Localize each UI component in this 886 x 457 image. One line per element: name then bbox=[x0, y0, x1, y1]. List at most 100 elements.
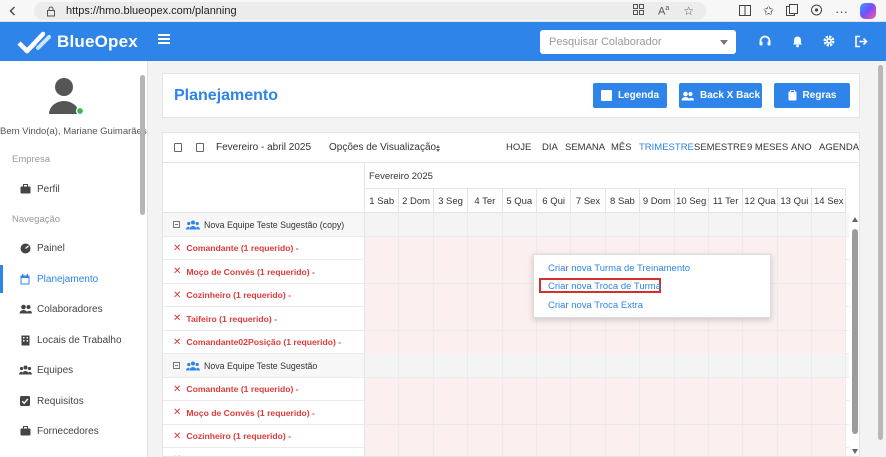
favorites-list-icon[interactable]: ✩ bbox=[763, 3, 774, 19]
schedule-cell[interactable] bbox=[812, 448, 847, 456]
schedule-cell[interactable] bbox=[399, 236, 434, 260]
back-icon[interactable] bbox=[4, 2, 22, 20]
schedule-cell[interactable] bbox=[502, 354, 537, 377]
view-semestre[interactable]: SEMESTRE bbox=[694, 142, 746, 153]
schedule-cell[interactable] bbox=[502, 307, 537, 330]
close-icon[interactable]: ✕ bbox=[173, 384, 181, 395]
schedule-cell[interactable] bbox=[640, 354, 675, 377]
schedule-cell[interactable] bbox=[812, 401, 847, 424]
schedule-cell[interactable] bbox=[777, 236, 813, 260]
schedule-cell[interactable] bbox=[502, 236, 537, 260]
schedule-cell[interactable] bbox=[674, 401, 709, 424]
schedule-cell[interactable] bbox=[812, 354, 847, 377]
grid-icon[interactable] bbox=[632, 4, 644, 18]
schedule-cell[interactable] bbox=[399, 260, 434, 283]
sidebar-item-locais-de-trabalho[interactable]: Locais de Trabalho bbox=[0, 326, 140, 354]
schedule-cell[interactable] bbox=[536, 448, 572, 456]
schedule-cell[interactable] bbox=[365, 424, 400, 448]
collapse-icon[interactable] bbox=[173, 362, 180, 369]
view-agenda[interactable]: AGENDA bbox=[819, 142, 859, 153]
team-group-row[interactable]: Nova Equipe Teste Sugestão bbox=[163, 354, 849, 378]
view-dia[interactable]: DIA bbox=[542, 142, 558, 153]
brand-logo[interactable]: BlueOpex bbox=[17, 30, 138, 54]
schedule-cell[interactable] bbox=[536, 330, 572, 354]
scheduler-scrollbar[interactable] bbox=[851, 213, 859, 456]
avatar[interactable] bbox=[48, 76, 84, 116]
schedule-cell[interactable] bbox=[365, 354, 400, 377]
schedule-cell[interactable] bbox=[640, 401, 675, 424]
favorite-icon[interactable]: ☆ bbox=[683, 4, 694, 18]
read-aloud-icon[interactable]: Aa bbox=[658, 5, 669, 18]
schedule-cell[interactable] bbox=[433, 354, 469, 377]
view-mes[interactable]: MÊS bbox=[611, 142, 632, 153]
back-x-back-button[interactable]: Back X Back bbox=[679, 83, 762, 108]
schedule-cell[interactable] bbox=[365, 330, 400, 354]
schedule-cell[interactable] bbox=[502, 377, 537, 401]
schedule-cell[interactable] bbox=[674, 354, 709, 377]
schedule-cell[interactable] bbox=[674, 213, 709, 236]
requirement-row[interactable]: ✕ Comandante (1 requerido) - bbox=[163, 377, 849, 401]
close-icon[interactable]: ✕ bbox=[173, 407, 181, 418]
menu-item-new-shift-swap[interactable]: Criar nova Troca de Turma bbox=[548, 281, 661, 292]
view-options-dropdown[interactable]: Opções de Visualização bbox=[329, 142, 436, 153]
schedule-cell[interactable] bbox=[433, 260, 469, 283]
schedule-cell[interactable] bbox=[433, 448, 469, 456]
schedule-cell[interactable] bbox=[468, 448, 503, 456]
schedule-cell[interactable] bbox=[365, 401, 400, 424]
schedule-cell[interactable] bbox=[571, 354, 606, 377]
schedule-cell[interactable] bbox=[571, 330, 606, 354]
schedule-cell[interactable] bbox=[433, 307, 469, 330]
schedule-cell[interactable] bbox=[708, 213, 744, 236]
address-bar[interactable]: https://hmo.blueopex.com/planning Aa ☆ bbox=[34, 2, 706, 20]
lock-icon[interactable] bbox=[44, 4, 58, 18]
schedule-cell[interactable] bbox=[433, 424, 469, 448]
more-icon[interactable]: ··· bbox=[835, 4, 848, 19]
schedule-cell[interactable] bbox=[777, 307, 813, 330]
logout-icon[interactable] bbox=[854, 34, 868, 48]
schedule-cell[interactable] bbox=[743, 424, 778, 448]
schedule-cell[interactable] bbox=[605, 377, 641, 401]
schedule-cell[interactable] bbox=[640, 377, 675, 401]
requirement-row[interactable]: ✕ Moço de Convés (1 requerido) - bbox=[163, 401, 849, 425]
schedule-cell[interactable] bbox=[468, 330, 503, 354]
schedule-cell[interactable] bbox=[365, 377, 400, 401]
collapse-icon[interactable] bbox=[173, 221, 180, 228]
schedule-cell[interactable] bbox=[777, 260, 813, 283]
schedule-cell[interactable] bbox=[433, 330, 469, 354]
schedule-cell[interactable] bbox=[605, 401, 641, 424]
view-semana[interactable]: SEMANA bbox=[565, 142, 605, 153]
schedule-cell[interactable] bbox=[605, 424, 641, 448]
rules-button[interactable]: Regras bbox=[774, 83, 850, 108]
schedule-cell[interactable] bbox=[708, 448, 744, 456]
schedule-cell[interactable] bbox=[743, 401, 778, 424]
schedule-cell[interactable] bbox=[365, 307, 400, 330]
schedule-cell[interactable] bbox=[468, 354, 503, 377]
schedule-cell[interactable] bbox=[399, 401, 434, 424]
schedule-cell[interactable] bbox=[468, 283, 503, 307]
bell-icon[interactable] bbox=[790, 34, 804, 48]
schedule-cell[interactable] bbox=[605, 354, 641, 377]
schedule-cell[interactable] bbox=[468, 424, 503, 448]
scroll-up-icon[interactable] bbox=[852, 217, 858, 222]
schedule-cell[interactable] bbox=[674, 448, 709, 456]
schedule-cell[interactable] bbox=[571, 213, 606, 236]
next-period-icon[interactable] bbox=[196, 143, 204, 152]
schedule-cell[interactable] bbox=[812, 377, 847, 401]
schedule-cell[interactable] bbox=[536, 401, 572, 424]
schedule-cell[interactable] bbox=[365, 448, 400, 456]
schedule-cell[interactable] bbox=[708, 401, 744, 424]
extensions-icon[interactable] bbox=[810, 4, 823, 19]
sidebar-item-perfil[interactable]: Perfil bbox=[0, 175, 140, 203]
schedule-cell[interactable] bbox=[777, 401, 813, 424]
headset-icon[interactable] bbox=[758, 34, 772, 48]
schedule-cell[interactable] bbox=[571, 377, 606, 401]
schedule-cell[interactable] bbox=[468, 307, 503, 330]
close-icon[interactable]: ✕ bbox=[173, 290, 181, 301]
sidebar-item-colaboradores[interactable]: Colaboradores bbox=[0, 295, 140, 323]
date-range-label[interactable]: Fevereiro - abril 2025 bbox=[216, 142, 311, 153]
schedule-cell[interactable] bbox=[812, 424, 847, 448]
requirement-row[interactable]: ✕ Comandante02Posição (1 requerido) - bbox=[163, 330, 849, 354]
schedule-cell[interactable] bbox=[536, 424, 572, 448]
close-icon[interactable]: ✕ bbox=[173, 266, 181, 277]
schedule-cell[interactable] bbox=[605, 330, 641, 354]
